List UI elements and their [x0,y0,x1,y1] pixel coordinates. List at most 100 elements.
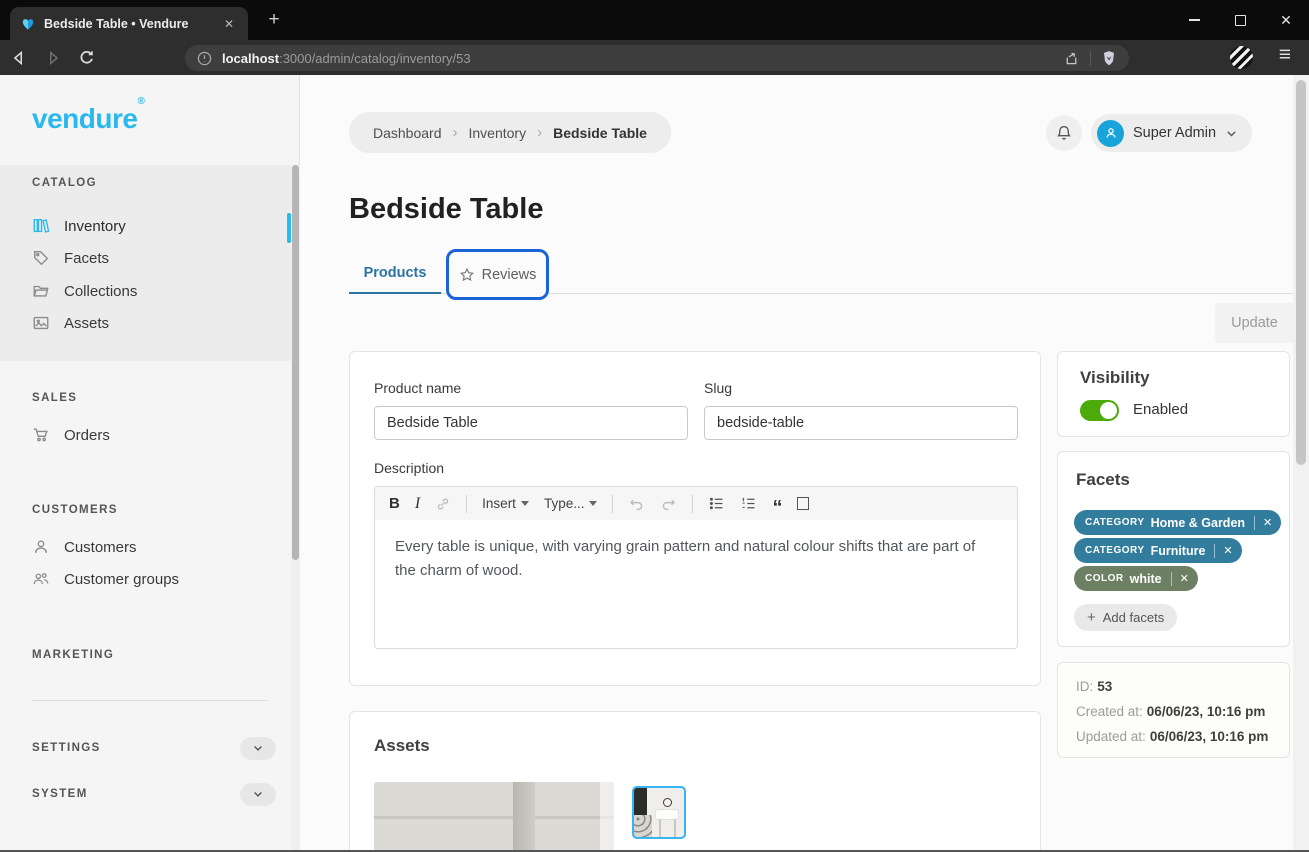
sidebar-heading-catalog: CATALOG [32,177,97,189]
sidebar-scrollbar-thumb[interactable] [292,165,299,560]
asset-photo-detail [513,782,535,852]
facet-chip: COLOR white ✕ [1074,566,1198,591]
assets-heading: Assets [374,736,430,756]
tab-reviews[interactable]: Reviews [446,249,549,300]
facet-value: white [1130,572,1162,586]
visibility-heading: Visibility [1080,368,1150,388]
facet-chip: CATEGORY Furniture ✕ [1074,538,1242,563]
update-button[interactable]: Update [1215,303,1294,343]
window-minimize-button[interactable] [1171,0,1217,40]
url-bar[interactable]: localhost:3000/admin/catalog/inventory/5… [185,45,1129,71]
bullet-list-button[interactable] [708,495,725,512]
featured-asset-image[interactable] [374,782,614,852]
remove-facet-button[interactable]: ✕ [1215,544,1241,557]
remove-facet-button[interactable]: ✕ [1255,516,1281,529]
brave-shield-icon[interactable] [1101,50,1117,67]
bold-button[interactable]: B [389,495,400,512]
breadcrumb-link-dashboard[interactable]: Dashboard [373,125,442,141]
thumbnail-detail [663,798,672,807]
browser-tab-title: Bedside Table • Vendure [44,17,212,31]
tab-products[interactable]: Products [349,253,441,294]
blockquote-button[interactable]: “ [772,495,782,513]
facets-card: Facets CATEGORY Home & Garden ✕ CATEGORY… [1057,451,1290,647]
toolbar-separator [612,495,613,513]
tab-close-icon[interactable]: ✕ [220,15,238,33]
browser-menu-icon[interactable]: ≡ [1279,43,1291,67]
redo-button[interactable] [660,495,677,512]
breadcrumb-separator: › [537,124,542,141]
sidebar-item-label: Assets [64,315,109,332]
star-icon [459,267,475,283]
main-scrollbar[interactable] [1293,75,1309,852]
vendure-logo[interactable]: vendure® [32,103,144,135]
enabled-toggle[interactable] [1080,400,1119,421]
user-name: Super Admin [1133,125,1216,141]
entity-info-card: ID:53 Created at:06/06/23, 10:16 pm Upda… [1057,662,1290,758]
window-close-button[interactable]: ✕ [1263,0,1309,40]
sidebar-heading-customers: CUSTOMERS [32,504,118,516]
tab-reviews-label: Reviews [482,267,537,283]
notifications-button[interactable] [1046,115,1082,151]
italic-button[interactable]: I [415,495,420,513]
sidebar-item-inventory[interactable]: Inventory [32,211,126,241]
main-scrollbar-thumb[interactable] [1296,80,1306,465]
undo-icon [628,495,645,512]
tag-icon [32,249,50,267]
share-icon[interactable] [1063,50,1080,67]
back-button[interactable] [4,44,34,72]
sidebar-section-system[interactable]: SYSTEM [32,779,276,809]
user-avatar [1097,120,1124,147]
new-tab-button[interactable]: + [260,6,288,34]
thumbnail-detail [674,819,676,837]
code-block-button[interactable] [797,497,809,510]
insert-dropdown[interactable]: Insert [482,496,529,511]
sidebar-section-settings[interactable]: SETTINGS [32,733,276,763]
system-expand-button[interactable] [240,783,276,806]
ordered-list-button[interactable] [740,495,757,512]
assets-card: Assets [349,711,1041,852]
product-name-input[interactable] [374,406,688,440]
thumbnail-detail [634,815,652,837]
sidebar-item-assets[interactable]: Assets [32,308,109,338]
slug-input[interactable] [704,406,1018,440]
entity-id: ID:53 [1076,679,1112,694]
description-editor[interactable]: Every table is unique, with varying grai… [374,520,1018,649]
bullet-list-icon [708,495,725,512]
sidebar-scrollbar[interactable] [291,165,300,852]
system-label: SYSTEM [32,788,88,800]
visibility-card: Visibility Enabled [1057,351,1290,437]
facets-heading: Facets [1076,470,1130,490]
sidebar-item-label: Inventory [64,218,126,235]
browser-profile-avatar[interactable] [1230,46,1253,69]
thumbnail-detail [656,810,678,819]
thumbnail-detail [659,819,661,837]
caret-down-icon [521,501,529,506]
user-menu[interactable]: Super Admin [1091,114,1252,152]
enabled-label: Enabled [1133,401,1188,418]
sidebar-item-orders[interactable]: Orders [32,420,110,450]
chevron-down-icon [252,742,264,754]
settings-expand-button[interactable] [240,737,276,760]
toolbar-separator [692,495,693,513]
window-maximize-button[interactable] [1217,0,1263,40]
type-dropdown[interactable]: Type... [544,496,598,511]
users-group-icon [32,570,50,588]
breadcrumb-link-inventory[interactable]: Inventory [469,125,527,141]
sidebar-item-facets[interactable]: Facets [32,243,109,273]
add-facets-button[interactable]: + Add facets [1074,604,1177,631]
asset-photo-detail [600,782,614,852]
settings-label: SETTINGS [32,742,101,754]
browser-tab[interactable]: Bedside Table • Vendure ✕ [10,7,248,40]
undo-button[interactable] [628,495,645,512]
sidebar-item-customers[interactable]: Customers [32,532,137,562]
sidebar-item-customer-groups[interactable]: Customer groups [32,564,179,594]
site-info-icon[interactable] [197,51,212,66]
forward-button[interactable] [38,44,68,72]
plus-icon: + [1087,609,1096,626]
link-button[interactable] [435,496,451,512]
url-separator [1090,51,1091,66]
asset-thumbnail-selected[interactable] [632,786,686,839]
reload-button[interactable] [72,44,102,72]
remove-facet-button[interactable]: ✕ [1172,572,1198,585]
sidebar-item-collections[interactable]: Collections [32,276,137,306]
